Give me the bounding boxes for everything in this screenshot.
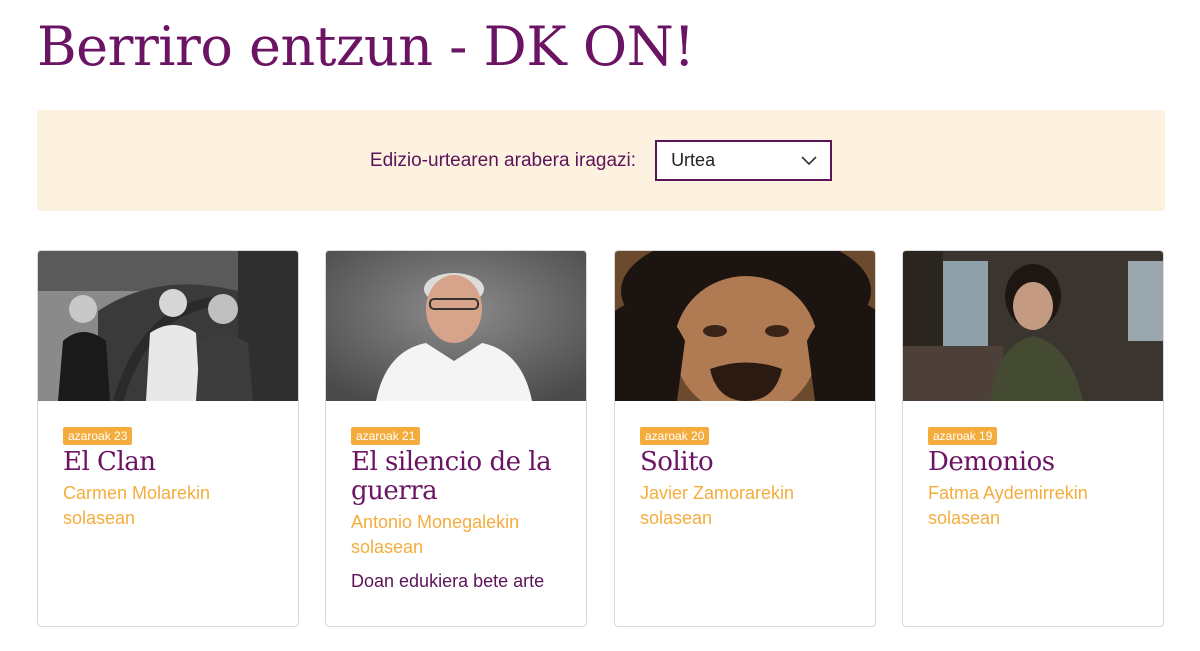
event-card[interactable]: azaroak 19 Demonios Fatma Aydemirrekin s… xyxy=(902,250,1164,627)
filter-label: Edizio-urtearen arabera iragazi: xyxy=(369,149,637,171)
event-title[interactable]: Solito xyxy=(640,448,850,477)
free-entry-note: Doan edukiera bete arte xyxy=(351,571,545,591)
chevron-down-icon xyxy=(801,155,817,165)
event-image[interactable] xyxy=(615,251,875,401)
date-badge: azaroak 20 xyxy=(640,427,710,445)
year-select-value: Urtea xyxy=(671,150,716,170)
event-guest: Antonio Monegalekin solasean xyxy=(351,512,520,557)
event-title[interactable]: El Clan xyxy=(63,448,273,477)
event-guest: Carmen Molarekin solasean xyxy=(63,483,211,528)
date-badge: azaroak 23 xyxy=(63,427,133,445)
event-guest: Fatma Aydemirrekin solasean xyxy=(928,483,1088,528)
event-guest: Javier Zamorarekin solasean xyxy=(640,483,795,528)
date-badge: azaroak 19 xyxy=(928,427,998,445)
event-card[interactable]: azaroak 21 El silencio de la guerra Anto… xyxy=(325,250,587,627)
event-image[interactable] xyxy=(903,251,1163,401)
event-title[interactable]: Demonios xyxy=(928,448,1138,477)
year-select[interactable]: Urtea xyxy=(655,140,833,181)
page-title: Berriro entzun - DK ON! xyxy=(37,15,695,78)
year-filter-bar: Edizio-urtearen arabera iragazi: Urtea xyxy=(37,110,1165,211)
event-title[interactable]: El silencio de la guerra xyxy=(351,448,561,506)
date-badge: azaroak 21 xyxy=(351,427,421,445)
event-card[interactable]: azaroak 20 Solito Javier Zamorarekin sol… xyxy=(614,250,876,627)
event-image[interactable] xyxy=(38,251,298,401)
event-image[interactable] xyxy=(326,251,586,401)
event-card[interactable]: azaroak 23 El Clan Carmen Molarekin sola… xyxy=(37,250,299,627)
